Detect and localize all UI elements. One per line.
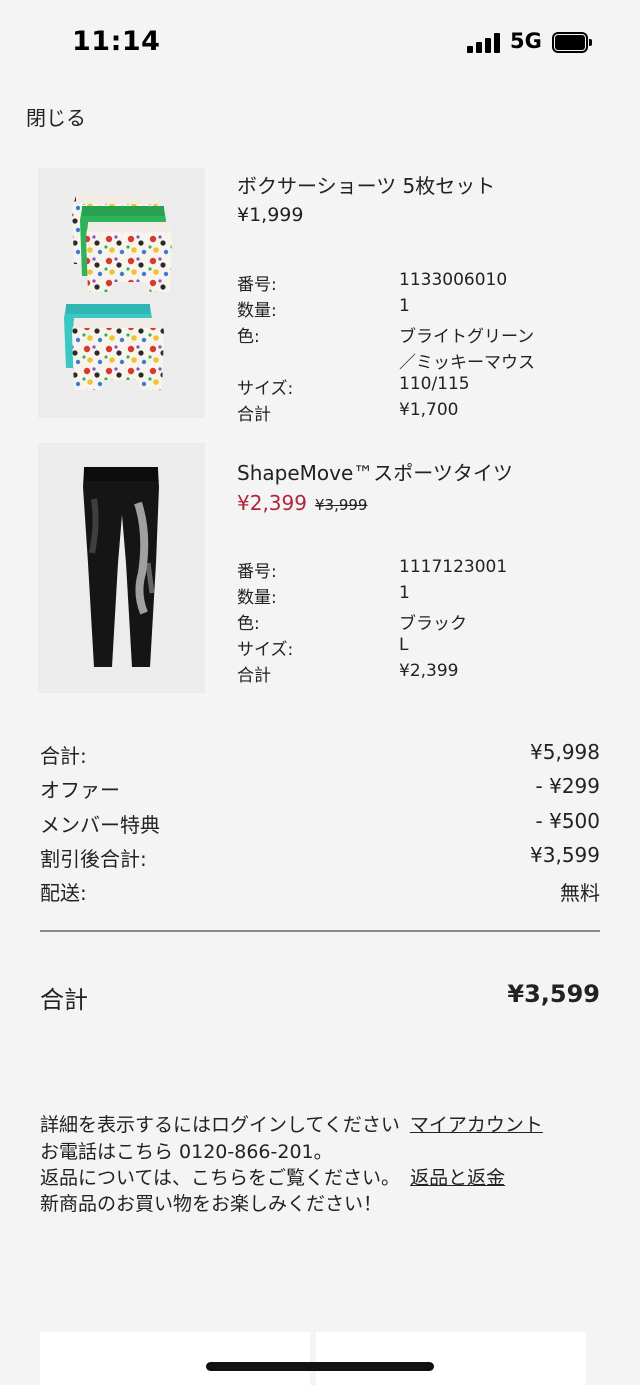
- bottom-card[interactable]: [316, 1332, 586, 1385]
- order-detail-screen: 11:14 5G 閉じる ボクサーショーツ 5枚セット ¥1,999 番号: 1…: [0, 0, 640, 1385]
- spec-label: 合計: [237, 405, 271, 425]
- home-indicator[interactable]: [206, 1362, 434, 1371]
- original-price: ¥3,999: [314, 496, 368, 514]
- my-account-link[interactable]: マイアカウント: [410, 1114, 543, 1136]
- boxer-shorts-image[interactable]: [38, 168, 205, 418]
- spec-label: 色:: [237, 614, 260, 634]
- network-label: 5G: [510, 29, 542, 53]
- spec-value: ブライトグリーン: [399, 327, 535, 347]
- spec-label: 数量:: [237, 301, 277, 321]
- summary-row: 割引後合計: ¥3,599: [40, 843, 600, 873]
- summary-label: 合計:: [40, 744, 87, 768]
- item-price: ¥1,999: [237, 204, 304, 226]
- spec-value: 110/115: [399, 374, 470, 394]
- summary-label: メンバー特典: [40, 813, 160, 837]
- spec-label: 色:: [237, 327, 260, 347]
- spec-value: 1133006010: [399, 270, 508, 290]
- summary-value: ¥5,998: [530, 740, 600, 764]
- grand-total-value: ¥3,599: [507, 980, 600, 1008]
- close-button[interactable]: 閉じる: [26, 102, 86, 131]
- spec-label: 合計: [237, 666, 271, 686]
- summary-divider: [40, 930, 600, 932]
- spec-label: サイズ:: [237, 379, 294, 399]
- summary-label: 配送:: [40, 881, 87, 905]
- summary-row: メンバー特典 - ¥500: [40, 809, 600, 839]
- order-item: ボクサーショーツ 5枚セット ¥1,999 番号: 1133006010 数量:…: [38, 168, 618, 425]
- battery-icon: [552, 32, 592, 53]
- phone-info: お電話はこちら 0120-866-201。: [40, 1141, 333, 1163]
- summary-row: 配送: 無料: [40, 877, 600, 907]
- spec-value: ¥1,700: [399, 400, 459, 420]
- grand-total-label: 合計: [40, 986, 88, 1014]
- login-text: 詳細を表示するにはログインしてください: [40, 1114, 400, 1136]
- summary-label: オファー: [40, 778, 120, 802]
- spec-value: ¥2,399: [399, 661, 459, 681]
- spec-label: サイズ:: [237, 640, 294, 660]
- status-time: 11:14: [72, 26, 161, 57]
- summary-value: 無料: [560, 881, 600, 905]
- spec-value: ／ミッキーマウス: [399, 353, 535, 373]
- summary-value: - ¥500: [535, 809, 600, 833]
- spec-value: 1: [399, 583, 410, 603]
- spec-value: 1117123001: [399, 557, 508, 577]
- sports-tights-image[interactable]: [38, 443, 205, 693]
- bottom-card[interactable]: [40, 1332, 310, 1385]
- summary-value: - ¥299: [535, 774, 600, 798]
- sale-price: ¥2,399: [237, 491, 307, 515]
- spec-value: 1: [399, 296, 410, 316]
- login-info: 詳細を表示するにはログインしてください マイアカウント: [40, 1110, 620, 1137]
- summary-row: 合計: ¥5,998: [40, 740, 600, 770]
- item-price: ¥2,399 ¥3,999: [237, 491, 367, 515]
- summary-value: ¥3,599: [530, 843, 600, 867]
- returns-link[interactable]: 返品と返金: [410, 1167, 505, 1189]
- spec-value: L: [399, 635, 409, 655]
- item-name[interactable]: ボクサーショーツ 5枚セット: [237, 170, 495, 199]
- spec-label: 数量:: [237, 588, 277, 608]
- status-bar: 11:14 5G: [0, 0, 640, 88]
- returns-text: 返品については、こちらをご覧ください。: [40, 1167, 401, 1189]
- spec-label: 番号:: [237, 562, 277, 582]
- enjoy-text: 新商品のお買い物をお楽しみください！: [40, 1193, 383, 1215]
- order-item: ShapeMove™スポーツタイツ ¥2,399 ¥3,999 番号: 11171…: [38, 443, 618, 693]
- signal-icon: [467, 33, 501, 53]
- item-name[interactable]: ShapeMove™スポーツタイツ: [237, 457, 513, 486]
- spec-value: ブラック: [399, 614, 467, 634]
- summary-row: オファー - ¥299: [40, 774, 600, 804]
- spec-label: 番号:: [237, 275, 277, 295]
- summary-label: 割引後合計:: [40, 847, 147, 871]
- returns-info: 返品については、こちらをご覧ください。 返品と返金: [40, 1163, 620, 1190]
